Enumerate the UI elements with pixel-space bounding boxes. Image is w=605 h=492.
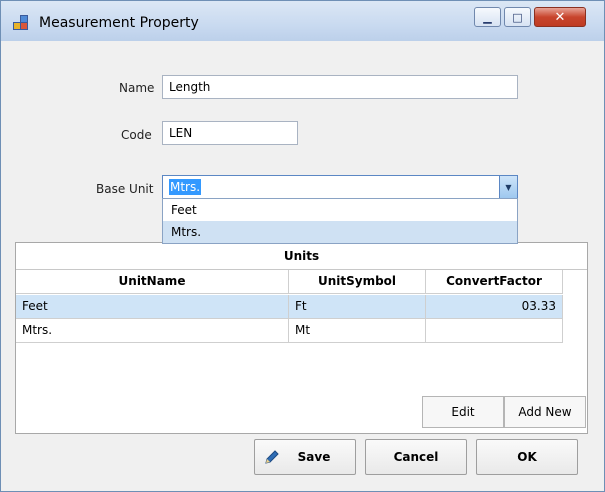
cell-unit-name[interactable]: Mtrs.	[16, 319, 289, 343]
table-row[interactable]: Feet Ft 03.33	[16, 295, 563, 319]
maximize-button[interactable]: □	[504, 7, 531, 27]
cell-convert-factor[interactable]: 03.33	[426, 295, 563, 319]
base-unit-selected-text: Mtrs.	[169, 179, 202, 195]
chevron-down-icon[interactable]: ▼	[499, 176, 517, 198]
close-icon: ✕	[554, 9, 566, 25]
dropdown-option-mtrs[interactable]: Mtrs.	[163, 221, 517, 243]
cancel-button[interactable]: Cancel	[365, 439, 467, 475]
cell-unit-symbol[interactable]: Mt	[289, 319, 426, 343]
minimize-icon: ▁	[483, 10, 492, 24]
edit-button[interactable]: Edit	[422, 396, 504, 428]
dropdown-option-feet[interactable]: Feet	[163, 199, 517, 221]
table-row[interactable]: Mtrs. Mt	[16, 319, 563, 343]
base-unit-label: Base Unit	[96, 182, 154, 196]
title-bar[interactable]: Measurement Property ▁ □ ✕	[1, 1, 604, 41]
column-header-unitsymbol[interactable]: UnitSymbol	[289, 270, 426, 294]
code-label: Code	[121, 128, 152, 142]
measurement-property-window: Measurement Property ▁ □ ✕ Name Length C…	[0, 0, 605, 492]
column-header-convertfactor[interactable]: ConvertFactor	[426, 270, 563, 294]
save-button[interactable]: Save	[254, 439, 356, 475]
cell-unit-name[interactable]: Feet	[16, 295, 289, 319]
app-icon	[13, 15, 29, 31]
minimize-button[interactable]: ▁	[474, 7, 501, 27]
maximize-icon: □	[512, 10, 523, 24]
name-input[interactable]: Length	[162, 75, 518, 99]
ok-button[interactable]: OK	[476, 439, 578, 475]
name-label: Name	[119, 81, 155, 95]
code-input[interactable]: LEN	[162, 121, 298, 145]
cell-unit-symbol[interactable]: Ft	[289, 295, 426, 319]
base-unit-dropdown-list: Feet Mtrs.	[162, 198, 518, 244]
window-title: Measurement Property	[39, 15, 199, 31]
close-button[interactable]: ✕	[534, 7, 586, 27]
column-header-unitname[interactable]: UnitName	[16, 270, 289, 294]
units-grid-caption: Units	[16, 243, 587, 270]
dialog-body: Name Length Code LEN Base Unit Mtrs. ▼ U…	[7, 41, 597, 485]
add-new-button[interactable]: Add New	[504, 396, 586, 428]
save-button-label: Save	[297, 450, 331, 464]
units-grid-header: UnitName UnitSymbol ConvertFactor	[16, 270, 563, 294]
cell-convert-factor[interactable]	[426, 319, 563, 343]
pencil-icon	[265, 450, 279, 464]
base-unit-select[interactable]: Mtrs. ▼	[162, 175, 518, 199]
